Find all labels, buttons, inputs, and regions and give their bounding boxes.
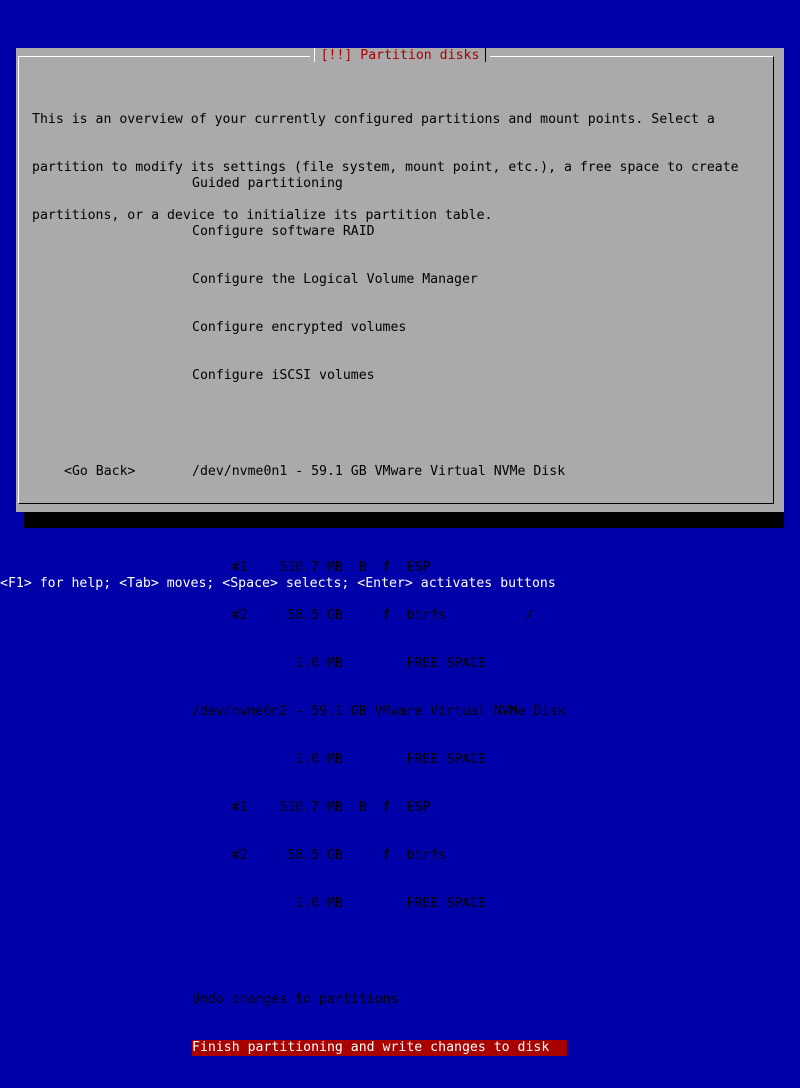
nvme0n2-free-space-2[interactable]: 1.0 MB FREE SPACE: [192, 896, 572, 912]
nvme0n1-partition-2[interactable]: #2 58.5 GB f btrfs /: [192, 608, 572, 624]
menu-item-undo-changes[interactable]: Undo changes to partitions: [192, 992, 572, 1008]
menu-item-configure-encrypted-volumes[interactable]: Configure encrypted volumes: [192, 320, 572, 336]
menu-spacer: [192, 944, 572, 960]
menu-item-configure-iscsi-volumes[interactable]: Configure iSCSI volumes: [192, 368, 572, 384]
nvme0n1-free-space-2[interactable]: 1.0 MB FREE SPACE: [192, 656, 572, 672]
partition-disks-dialog: [!!] Partition disks This is an overview…: [16, 48, 784, 1056]
menu-item-finish-partitioning[interactable]: Finish partitioning and write changes to…: [192, 1040, 567, 1056]
dialog-title-bar: [!!] Partition disks: [16, 48, 784, 64]
nvme0n1-partition-1[interactable]: #1 510.7 MB B f ESP: [192, 560, 572, 576]
go-back-button[interactable]: <Go Back>: [64, 464, 135, 480]
menu-item-configure-lvm[interactable]: Configure the Logical Volume Manager: [192, 272, 572, 288]
title-left-edge: [313, 48, 315, 62]
help-footer: <F1> for help; <Tab> moves; <Space> sele…: [0, 576, 556, 591]
dialog-title: [!!] Partition disks: [320, 48, 480, 63]
nvme0n1-free-space-1[interactable]: 1.0 MB FREE SPACE: [192, 512, 572, 528]
menu-item-configure-software-raid[interactable]: Configure software RAID: [192, 224, 572, 240]
disk-nvme0n1[interactable]: /dev/nvme0n1 - 59.1 GB VMware Virtual NV…: [192, 464, 572, 480]
nvme0n2-partition-2[interactable]: #2 58.5 GB f btrfs: [192, 848, 572, 864]
nvme0n2-free-space-1[interactable]: 1.0 MB FREE SPACE: [192, 752, 572, 768]
nvme0n2-partition-1[interactable]: #1 510.7 MB B f ESP: [192, 800, 572, 816]
title-right-edge: [485, 48, 487, 62]
menu-spacer: [192, 416, 572, 432]
menu-item-guided-partitioning[interactable]: Guided partitioning: [192, 176, 572, 192]
intro-line: This is an overview of your currently co…: [32, 112, 715, 127]
partition-menu: Guided partitioning Configure software R…: [192, 144, 572, 1088]
disk-nvme0n2[interactable]: /dev/nvme0n2 - 59.1 GB VMware Virtual NV…: [192, 704, 572, 720]
dialog-title-box: [!!] Partition disks: [309, 48, 491, 64]
